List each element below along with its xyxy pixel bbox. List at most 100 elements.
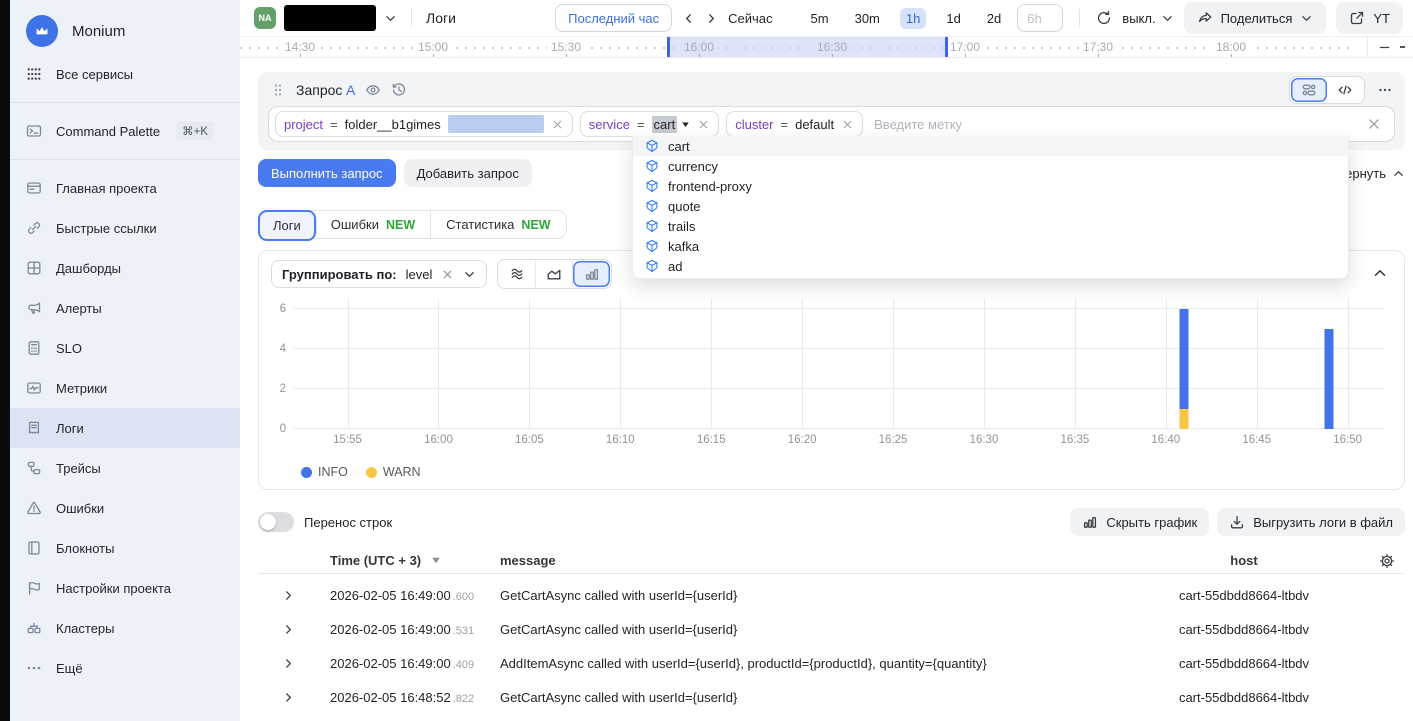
add-query-button[interactable]: Добавить запрос <box>404 159 532 187</box>
avatar[interactable]: NA <box>254 7 276 29</box>
project-name-redacted[interactable] <box>284 5 376 31</box>
range-back-icon[interactable] <box>682 12 695 25</box>
dropdown-option-label: currency <box>668 159 718 174</box>
sidebar-item-notebooks[interactable]: Блокноты <box>10 528 240 568</box>
refresh-icon[interactable] <box>1096 10 1112 26</box>
chip-value[interactable]: cart <box>652 116 678 133</box>
column-message[interactable]: message <box>478 553 1119 568</box>
selection-end-handle[interactable] <box>945 37 948 57</box>
clear-filters-icon[interactable] <box>1366 116 1382 132</box>
preset-1h[interactable]: 1h <box>900 8 926 29</box>
bar-info-16:49[interactable] <box>1325 329 1334 429</box>
sidebar-item-slo[interactable]: SLO <box>10 328 240 368</box>
query-menu-icon[interactable] <box>1377 82 1393 98</box>
expand-row-icon[interactable] <box>282 657 295 670</box>
selection-start-handle[interactable] <box>667 37 670 57</box>
area-chart-button[interactable] <box>536 261 573 287</box>
group-by-select[interactable]: Группировать по: level <box>271 260 487 288</box>
filter-chip-service[interactable]: service=cart <box>580 111 719 137</box>
bar-warn-16:41[interactable] <box>1179 409 1188 429</box>
export-logs-button[interactable]: Выгрузить логи в файл <box>1217 508 1405 536</box>
time-range-button[interactable]: Последний час <box>555 4 672 32</box>
expand-row-icon[interactable] <box>282 691 295 704</box>
run-query-button[interactable]: Выполнить запрос <box>258 159 396 187</box>
drag-handle-icon[interactable] <box>270 82 286 98</box>
hide-chart-button[interactable]: Скрыть график <box>1070 508 1209 536</box>
yt-button[interactable]: YT <box>1336 2 1403 34</box>
share-button[interactable]: Поделиться <box>1184 2 1327 34</box>
caret-down-icon[interactable] <box>681 120 690 129</box>
ruler-label: 17:00 <box>946 40 984 54</box>
expand-row-icon[interactable] <box>282 589 295 602</box>
project-chevron-down-icon[interactable] <box>384 12 397 25</box>
bar-chart-button[interactable] <box>573 261 610 287</box>
dropdown-option-ad[interactable]: ad <box>633 256 1348 276</box>
sidebar-item-logs[interactable]: Логи <box>10 408 240 448</box>
filter-chip-project[interactable]: project=folder__b1gimes <box>275 111 573 137</box>
app-logo[interactable]: Monium <box>10 8 240 54</box>
preset-1d[interactable]: 1d <box>940 8 966 29</box>
dropdown-option-currency[interactable]: currency <box>633 156 1348 176</box>
sidebar-item-more[interactable]: Ещё <box>10 648 240 688</box>
topbar: NA Логи Последний час Сейчас 5m30m1h1d2d… <box>240 0 1413 36</box>
now-button[interactable]: Сейчас <box>728 11 772 26</box>
table-row[interactable]: 2026-02-05 16:49:00.409 AddItemAsync cal… <box>258 646 1405 680</box>
custom-range-input[interactable] <box>1017 4 1063 32</box>
column-host[interactable]: host <box>1119 553 1369 568</box>
dropdown-option-kafka[interactable]: kafka <box>633 236 1348 256</box>
close-icon[interactable] <box>697 118 710 131</box>
line-chart-button[interactable] <box>499 261 536 287</box>
wrap-lines-toggle[interactable] <box>258 512 294 532</box>
expand-row-icon[interactable] <box>282 623 295 636</box>
form-view-button[interactable] <box>1291 78 1327 102</box>
label-input-placeholder[interactable]: Введите метку <box>874 117 962 132</box>
sidebar-item-quick-links[interactable]: Быстрые ссылки <box>10 208 240 248</box>
close-icon[interactable] <box>841 118 854 131</box>
sidebar-item-main-project[interactable]: Главная проекта <box>10 168 240 208</box>
tab-ошибки[interactable]: ОшибкиNEW <box>316 211 431 238</box>
preset-5m[interactable]: 5m <box>805 8 835 29</box>
preset-2d[interactable]: 2d <box>981 8 1007 29</box>
zoom-out-icon[interactable] <box>1378 41 1391 54</box>
table-row[interactable]: 2026-02-05 16:48:52.822 GetCartAsync cal… <box>258 680 1405 714</box>
bar-info-16:41[interactable] <box>1179 309 1188 409</box>
sidebar-item-all-services[interactable]: Все сервисы <box>10 54 240 94</box>
sidebar-item-metrics[interactable]: Метрики <box>10 368 240 408</box>
sidebar-item-clusters[interactable]: Кластеры <box>10 608 240 648</box>
table-row[interactable]: 2026-02-05 16:49:00.531 GetCartAsync cal… <box>258 612 1405 646</box>
close-icon[interactable] <box>551 118 564 131</box>
sidebar-item-traces[interactable]: Трейсы <box>10 448 240 488</box>
tab-логи[interactable]: Логи <box>258 210 317 241</box>
dropdown-option-frontend-proxy[interactable]: frontend-proxy <box>633 176 1348 196</box>
chip-value[interactable]: folder__b1gimes <box>345 117 441 132</box>
calculator-icon <box>26 340 42 356</box>
sort-desc-icon[interactable] <box>431 555 441 565</box>
legend-item-info[interactable]: INFO <box>301 465 348 479</box>
chart-plot-area[interactable]: 024615:5516:0016:0516:1016:1516:2016:251… <box>293 299 1384 429</box>
eye-off-icon[interactable] <box>365 82 381 98</box>
sidebar-item-command-palette[interactable]: Command Palette ⌘+K <box>10 111 240 151</box>
history-icon[interactable] <box>391 82 407 98</box>
timeline-ruler[interactable]: 14:3015:0015:3016:0016:3017:0017:3018:00 <box>240 36 1413 58</box>
range-forward-icon[interactable] <box>705 12 718 25</box>
preset-30m[interactable]: 30m <box>849 8 886 29</box>
dropdown-option-trails[interactable]: trails <box>633 216 1348 236</box>
collapse-chart-icon[interactable] <box>1372 265 1388 281</box>
autorefresh-select[interactable]: выкл. <box>1122 11 1173 26</box>
tab-статистика[interactable]: СтатистикаNEW <box>431 211 565 238</box>
table-row-partial[interactable] <box>258 714 1405 721</box>
legend-item-warn[interactable]: WARN <box>366 465 421 479</box>
chip-value[interactable]: default <box>795 117 834 132</box>
clear-group-by-icon[interactable] <box>441 268 454 281</box>
sidebar-item-errors[interactable]: Ошибки <box>10 488 240 528</box>
table-row[interactable]: 2026-02-05 16:49:00.600 GetCartAsync cal… <box>258 578 1405 612</box>
column-time[interactable]: Time (UTC + 3) <box>308 553 478 568</box>
sidebar-item-project-settings[interactable]: Настройки проекта <box>10 568 240 608</box>
dropdown-option-cart[interactable]: cart <box>633 136 1348 156</box>
sidebar-item-dashboards[interactable]: Дашборды <box>10 248 240 288</box>
code-view-button[interactable] <box>1327 78 1363 102</box>
table-settings-gear-icon[interactable] <box>1379 553 1395 569</box>
sidebar-item-alerts[interactable]: Алерты <box>10 288 240 328</box>
dropdown-option-quote[interactable]: quote <box>633 196 1348 216</box>
filter-chip-cluster[interactable]: cluster=default <box>726 111 863 137</box>
